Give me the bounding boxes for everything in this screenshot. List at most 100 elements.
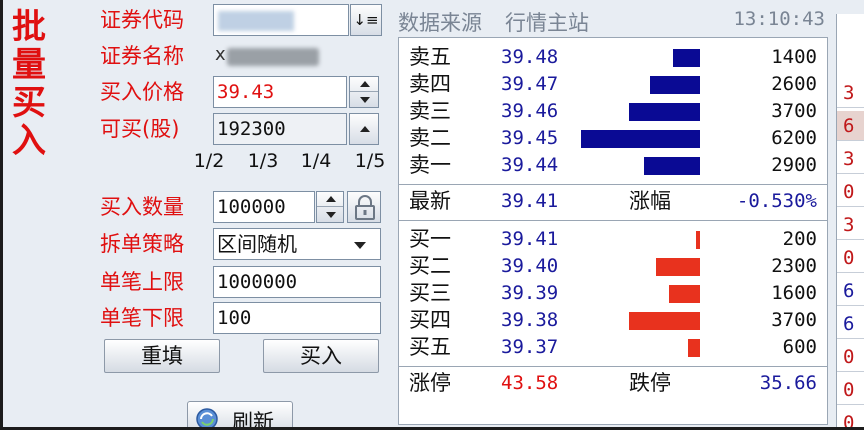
data-source-label: 数据来源 (398, 11, 482, 35)
order-list-cell[interactable]: 6 (837, 111, 864, 141)
single-lower-limit-label: 单笔下限 (100, 306, 184, 330)
buy-level-name: 买四 (409, 308, 451, 332)
sell-level-row[interactable]: 卖四 39.47 2600 (399, 71, 827, 98)
sell-volume-bar (581, 130, 700, 148)
price-up-button[interactable] (350, 77, 378, 92)
security-code-label: 证券代码 (100, 8, 184, 32)
sell-level-row[interactable]: 卖二 39.45 6200 (399, 125, 827, 152)
security-code-input[interactable] (213, 4, 349, 36)
fraction-half-button[interactable]: 1/2 (189, 150, 229, 172)
split-strategy-select[interactable]: 区间随机 (213, 228, 381, 260)
sell-level-name: 卖四 (409, 72, 451, 96)
sort-list-icon: ↓≡ (353, 11, 379, 29)
sell-level-row[interactable]: 卖三 39.46 3700 (399, 98, 827, 125)
sell-level-row[interactable]: 卖五 39.48 1400 (399, 44, 827, 71)
buy-level-row[interactable]: 买三 39.39 1600 (399, 280, 827, 307)
order-list-cell[interactable]: 3 (837, 144, 864, 174)
sell-level-price: 39.47 (501, 73, 559, 95)
limit-up-value: 43.58 (501, 372, 559, 394)
order-list-cell[interactable]: 0 (837, 375, 864, 405)
buy-level-row[interactable]: 买四 39.38 3700 (399, 307, 827, 334)
reset-button[interactable]: 重填 (104, 339, 220, 373)
refresh-button[interactable]: 刷新 (187, 401, 293, 427)
clock-time: 13:10:43 (733, 8, 825, 30)
buy-volume-bar (669, 285, 700, 303)
order-list-cell[interactable]: 6 (837, 276, 864, 306)
available-shares-label: 可买(股) (100, 117, 180, 141)
lock-quantity-button[interactable] (347, 191, 381, 223)
price-down-button[interactable] (350, 92, 378, 107)
buy-button[interactable]: 买入 (263, 339, 379, 373)
order-list-cell[interactable]: 0 (837, 243, 864, 273)
sell-level-volume: 3700 (771, 100, 817, 122)
sell-level-price: 39.48 (501, 46, 559, 68)
fraction-quarter-button[interactable]: 1/4 (296, 150, 336, 172)
quantity-stepper[interactable] (316, 191, 344, 223)
order-list-cell[interactable]: 0 (837, 342, 864, 372)
sell-level-price: 39.45 (501, 127, 559, 149)
buy-level-price: 39.37 (501, 336, 559, 358)
order-list-cell[interactable]: 3 (837, 210, 864, 240)
order-list-cell[interactable]: 0 (837, 177, 864, 207)
order-list-cell[interactable]: 3 (837, 78, 864, 108)
chevron-down-icon (354, 242, 366, 249)
buy-volume-bar (696, 231, 700, 249)
quantity-up-button[interactable] (317, 192, 343, 207)
name-visible-char: ⅹ (215, 44, 226, 65)
sell-level-price: 39.44 (501, 154, 559, 176)
buy-level-volume: 200 (782, 228, 817, 250)
buy-level-volume: 600 (782, 336, 817, 358)
fraction-fifth-button[interactable]: 1/5 (350, 150, 390, 172)
buy-level-name: 买一 (409, 227, 451, 251)
order-list-cell[interactable]: 0 (837, 408, 864, 427)
redacted-name (227, 48, 319, 66)
buy-level-volume: 3700 (771, 309, 817, 331)
batch-buy-window: 批 量 买 入 证券代码 ↓≡ 证券名称 ⅹ 买入价格 39.43 可买(股) … (3, 0, 864, 427)
buy-price-label: 买入价格 (100, 80, 184, 104)
sell-level-volume: 2900 (771, 154, 817, 176)
security-name-value: ⅹ (215, 40, 325, 72)
sell-level-name: 卖五 (409, 45, 451, 69)
sell-level-price: 39.46 (501, 100, 559, 122)
panel-title: 批 量 买 入 (9, 8, 49, 160)
sell-volume-bar (673, 49, 700, 67)
buy-level-volume: 1600 (771, 282, 817, 304)
sell-volume-bar (644, 157, 700, 175)
change-label: 涨幅 (629, 189, 671, 213)
buy-volume-bar (656, 258, 700, 276)
fraction-third-button[interactable]: 1/3 (243, 150, 283, 172)
sell-level-volume: 1400 (771, 46, 817, 68)
price-stepper[interactable] (349, 76, 379, 108)
limit-row: 涨停 43.58 跌停 35.66 (399, 370, 827, 397)
buy-quantity-label: 买入数量 (100, 195, 184, 219)
buy-level-name: 买三 (409, 281, 451, 305)
sell-level-name: 卖三 (409, 99, 451, 123)
buy-level-price: 39.41 (501, 228, 559, 250)
buy-level-row[interactable]: 买一 39.41 200 (399, 226, 827, 253)
latest-row: 最新 39.41 涨幅 -0.530% (399, 188, 827, 215)
arrow-up-icon (326, 196, 336, 202)
single-lower-limit-input[interactable]: 100 (213, 302, 381, 334)
title-char: 量 (12, 45, 46, 85)
buy-volume-bar (688, 339, 700, 357)
data-source-value: 行情主站 (505, 11, 589, 35)
split-strategy-label: 拆单策略 (100, 232, 184, 256)
sell-level-row[interactable]: 卖一 39.44 2900 (399, 152, 827, 179)
title-char: 批 (12, 7, 46, 47)
buy-level-row[interactable]: 买五 39.37 600 (399, 334, 827, 361)
sell-volume-bar (629, 103, 700, 121)
available-up-button[interactable] (349, 113, 379, 145)
divider (399, 184, 827, 185)
buy-quantity-input[interactable]: 100000 (213, 191, 315, 223)
change-value: -0.530% (736, 190, 817, 212)
redacted-code (218, 11, 294, 31)
buy-level-price: 39.39 (501, 282, 559, 304)
order-list-cell[interactable]: 6 (837, 309, 864, 339)
single-upper-limit-input[interactable]: 1000000 (213, 266, 381, 298)
quantity-down-button[interactable] (317, 207, 343, 222)
sort-list-button[interactable]: ↓≡ (350, 4, 382, 36)
single-upper-limit-label: 单笔上限 (100, 270, 184, 294)
buy-price-input[interactable]: 39.43 (213, 76, 347, 108)
buy-level-row[interactable]: 买二 39.40 2300 (399, 253, 827, 280)
buy-volume-bar (629, 312, 700, 330)
